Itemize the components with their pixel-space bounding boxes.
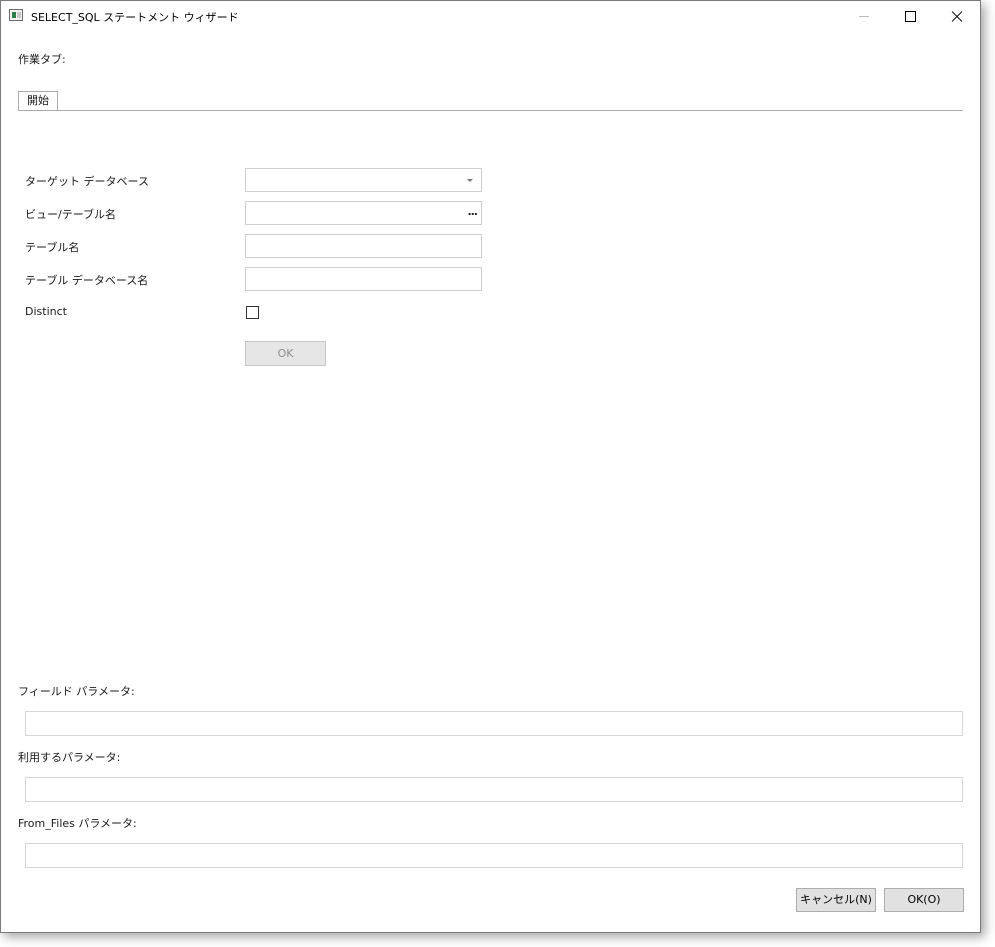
target-db-label: ターゲット データベース bbox=[25, 175, 149, 188]
cancel-button[interactable]: キャンセル(N) bbox=[796, 888, 876, 912]
app-icon bbox=[9, 9, 23, 21]
target-db-dropdown[interactable] bbox=[245, 168, 482, 192]
minimize-button[interactable] bbox=[841, 1, 887, 31]
used-params-label: 利用するパラメータ: bbox=[18, 751, 121, 764]
tab-strip-divider bbox=[18, 110, 963, 111]
table-name-label: テーブル名 bbox=[25, 241, 80, 254]
field-params-label: フィールド パラメータ: bbox=[18, 685, 135, 698]
view-table-label: ビュー/テーブル名 bbox=[25, 208, 117, 221]
view-table-field[interactable]: ... bbox=[245, 201, 482, 225]
distinct-checkbox[interactable] bbox=[246, 306, 259, 319]
browse-ellipsis-icon[interactable]: ... bbox=[467, 205, 478, 218]
table-db-input[interactable] bbox=[245, 267, 482, 291]
form-ok-button[interactable]: OK bbox=[245, 341, 326, 366]
field-params-input[interactable] bbox=[25, 711, 963, 736]
chevron-down-icon bbox=[467, 179, 473, 182]
table-name-input[interactable] bbox=[245, 234, 482, 258]
ok-button[interactable]: OK(O) bbox=[884, 888, 964, 912]
close-button[interactable] bbox=[933, 1, 979, 31]
used-params-input[interactable] bbox=[25, 777, 963, 802]
work-tab-label: 作業タブ: bbox=[18, 53, 66, 66]
from-files-params-input[interactable] bbox=[25, 843, 963, 868]
tab-start[interactable]: 開始 bbox=[18, 91, 58, 110]
from-files-params-label: From_Files パラメータ: bbox=[18, 817, 137, 830]
distinct-label: Distinct bbox=[25, 305, 67, 318]
maximize-button[interactable] bbox=[887, 1, 933, 31]
table-db-label: テーブル データベース名 bbox=[25, 274, 149, 287]
window-title: SELECT_SQL ステートメント ウィザード bbox=[31, 11, 239, 24]
title-bar[interactable]: SELECT_SQL ステートメント ウィザード bbox=[1, 1, 980, 31]
wizard-window: SELECT_SQL ステートメント ウィザード 作業タブ: 開始 ターゲット … bbox=[0, 0, 981, 933]
tab-start-label: 開始 bbox=[27, 94, 49, 107]
